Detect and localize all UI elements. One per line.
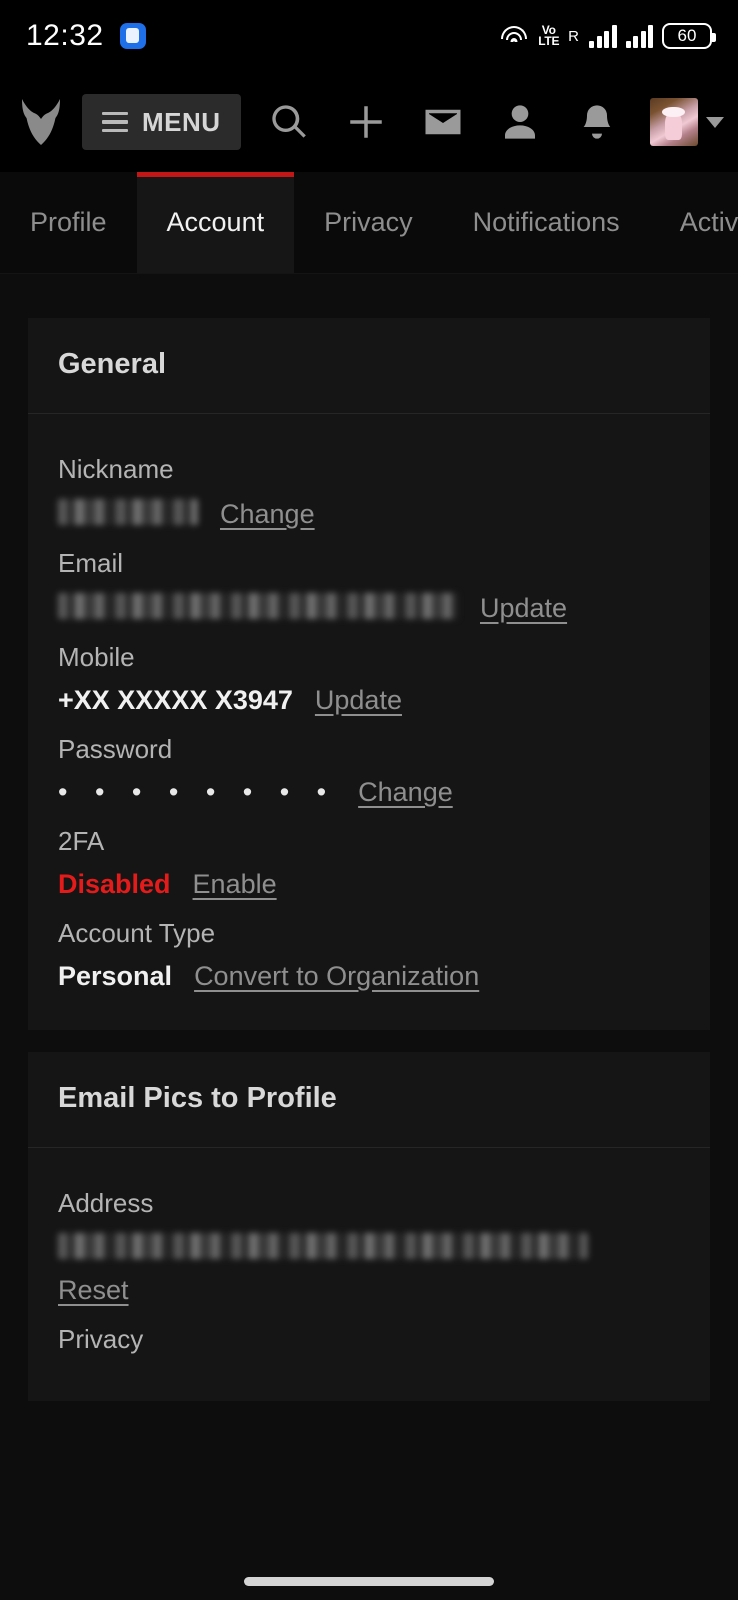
nav-icon-group — [241, 99, 646, 145]
field-mobile-label: Mobile — [58, 642, 135, 672]
nickname-change-link[interactable]: Change — [220, 499, 315, 530]
field-mobile: Mobile +XX XXXXX X3947 Update — [58, 628, 680, 716]
signal-bars-icon-2 — [625, 24, 653, 48]
address-reset-link[interactable]: Reset — [58, 1275, 680, 1306]
avatar-menu[interactable] — [650, 98, 724, 146]
email-pics-card-body: Address Reset Privacy — [28, 1148, 710, 1401]
convert-to-organization-link[interactable]: Convert to Organization — [194, 961, 479, 992]
field-password-value: • • • • • • • • — [58, 777, 337, 807]
status-clock: 12:32 — [26, 19, 104, 52]
chevron-down-icon[interactable] — [706, 116, 724, 128]
volte-indicator: Vo LTE — [538, 24, 560, 48]
field-password: Password • • • • • • • • Change — [58, 720, 680, 808]
tab-notifications-label: Notifications — [472, 207, 620, 237]
menu-button-label: MENU — [142, 106, 221, 137]
field-email-label: Email — [58, 548, 124, 578]
field-privacy: Privacy — [58, 1310, 680, 1355]
status-bar: 12:32 Vo LTE R 60 — [0, 0, 738, 72]
user-avatar[interactable] — [650, 98, 698, 146]
tab-notifications[interactable]: Notifications — [443, 172, 650, 273]
status-indicators: Vo LTE R 60 — [499, 23, 716, 49]
furaffinity-fox-logo-icon[interactable] — [18, 97, 64, 147]
field-email-value-redacted — [58, 593, 458, 619]
bell-icon[interactable] — [574, 99, 620, 145]
field-2fa-status: Disabled — [58, 869, 171, 899]
field-nickname: Nickname Change — [58, 440, 680, 530]
tab-profile[interactable]: Profile — [0, 172, 137, 273]
envelope-icon[interactable] — [420, 99, 466, 145]
2fa-enable-link[interactable]: Enable — [193, 869, 277, 900]
field-address-label: Address — [58, 1188, 154, 1218]
general-card-title: General — [58, 348, 166, 380]
field-account-type-label: Account Type — [58, 918, 216, 948]
menu-button[interactable]: MENU — [82, 94, 241, 150]
field-address: Address Reset — [58, 1174, 680, 1306]
tab-account[interactable]: Account — [136, 172, 295, 273]
tab-profile-label: Profile — [30, 207, 107, 237]
app-navigation-bar: MENU — [0, 72, 738, 172]
field-address-value-redacted — [58, 1233, 588, 1259]
general-card-body: Nickname Change Email Update Mobile +XX … — [28, 414, 710, 1030]
field-nickname-value-redacted — [58, 499, 198, 525]
settings-content: General Nickname Change Email Update Mob… — [0, 274, 738, 1401]
field-mobile-value: +XX XXXXX X3947 — [58, 685, 293, 715]
mobile-update-link[interactable]: Update — [315, 685, 402, 716]
field-2fa: 2FA Disabled Enable — [58, 812, 680, 900]
person-icon[interactable] — [497, 99, 543, 145]
roaming-label: R — [568, 27, 579, 45]
gesture-nav-pill[interactable] — [244, 1577, 494, 1586]
tab-privacy[interactable]: Privacy — [294, 172, 443, 273]
email-pics-card-title: Email Pics to Profile — [58, 1082, 337, 1114]
general-card-header: General — [28, 318, 710, 414]
field-account-type-value: Personal — [58, 961, 173, 991]
field-nickname-label: Nickname — [58, 454, 174, 484]
general-card: General Nickname Change Email Update Mob… — [28, 318, 710, 1030]
tab-account-label: Account — [166, 207, 265, 237]
battery-icon: 60 — [662, 23, 716, 49]
hamburger-icon — [102, 111, 128, 133]
field-email: Email Update — [58, 534, 680, 624]
volte-line-2: LTE — [538, 34, 560, 48]
tab-activity-label: Activi — [679, 207, 738, 237]
signal-bars-icon — [589, 24, 617, 48]
email-pics-card: Email Pics to Profile Address Reset Priv… — [28, 1052, 710, 1401]
tab-privacy-label: Privacy — [324, 207, 413, 237]
wifi-icon — [499, 24, 529, 48]
field-account-type: Account Type Personal Convert to Organiz… — [58, 904, 680, 992]
plus-icon[interactable] — [343, 99, 389, 145]
field-password-label: Password — [58, 734, 173, 764]
tab-activity[interactable]: Activi — [650, 172, 738, 273]
message-app-icon — [119, 23, 146, 49]
password-change-link[interactable]: Change — [358, 777, 453, 808]
email-update-link[interactable]: Update — [480, 593, 567, 624]
settings-tabs[interactable]: Profile Account Privacy Notifications Ac… — [0, 172, 738, 274]
phone-screen: 12:32 Vo LTE R 60 MENU Profile Account P… — [0, 0, 738, 1600]
field-privacy-label: Privacy — [58, 1324, 144, 1354]
email-pics-card-header: Email Pics to Profile — [28, 1052, 710, 1148]
search-icon[interactable] — [266, 99, 312, 145]
battery-level: 60 — [677, 26, 697, 45]
field-2fa-label: 2FA — [58, 826, 105, 856]
